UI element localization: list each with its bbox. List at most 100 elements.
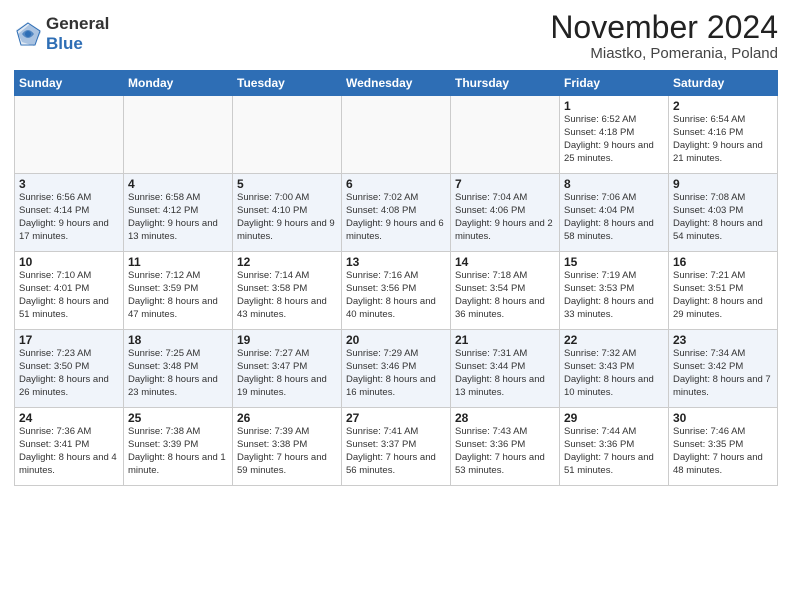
day-number: 16: [673, 255, 773, 269]
day-number: 2: [673, 99, 773, 113]
table-row: 17Sunrise: 7:23 AM Sunset: 3:50 PM Dayli…: [15, 330, 124, 408]
day-number: 5: [237, 177, 337, 191]
day-info: Sunrise: 7:39 AM Sunset: 3:38 PM Dayligh…: [237, 426, 337, 477]
day-number: 27: [346, 411, 446, 425]
day-number: 24: [19, 411, 119, 425]
table-row: 15Sunrise: 7:19 AM Sunset: 3:53 PM Dayli…: [560, 252, 669, 330]
day-info: Sunrise: 7:25 AM Sunset: 3:48 PM Dayligh…: [128, 348, 228, 399]
table-row: 18Sunrise: 7:25 AM Sunset: 3:48 PM Dayli…: [124, 330, 233, 408]
table-row: 13Sunrise: 7:16 AM Sunset: 3:56 PM Dayli…: [342, 252, 451, 330]
day-number: 17: [19, 333, 119, 347]
day-number: 9: [673, 177, 773, 191]
day-number: 13: [346, 255, 446, 269]
table-row: 11Sunrise: 7:12 AM Sunset: 3:59 PM Dayli…: [124, 252, 233, 330]
day-number: 12: [237, 255, 337, 269]
title-block: November 2024 Miastko, Pomerania, Poland: [550, 10, 778, 62]
location-subtitle: Miastko, Pomerania, Poland: [550, 45, 778, 62]
day-info: Sunrise: 7:31 AM Sunset: 3:44 PM Dayligh…: [455, 348, 555, 399]
day-number: 18: [128, 333, 228, 347]
col-wednesday: Wednesday: [342, 71, 451, 96]
day-number: 26: [237, 411, 337, 425]
day-number: 7: [455, 177, 555, 191]
col-thursday: Thursday: [451, 71, 560, 96]
day-info: Sunrise: 7:46 AM Sunset: 3:35 PM Dayligh…: [673, 426, 773, 477]
day-number: 25: [128, 411, 228, 425]
day-info: Sunrise: 7:43 AM Sunset: 3:36 PM Dayligh…: [455, 426, 555, 477]
day-number: 30: [673, 411, 773, 425]
table-row: 19Sunrise: 7:27 AM Sunset: 3:47 PM Dayli…: [233, 330, 342, 408]
table-row: 4Sunrise: 6:58 AM Sunset: 4:12 PM Daylig…: [124, 174, 233, 252]
day-number: 22: [564, 333, 664, 347]
table-row: 21Sunrise: 7:31 AM Sunset: 3:44 PM Dayli…: [451, 330, 560, 408]
calendar-week-row: 24Sunrise: 7:36 AM Sunset: 3:41 PM Dayli…: [15, 408, 778, 486]
logo-icon: [14, 20, 42, 48]
page-container: General Blue November 2024 Miastko, Pome…: [0, 0, 792, 612]
day-info: Sunrise: 7:18 AM Sunset: 3:54 PM Dayligh…: [455, 270, 555, 321]
table-row: 29Sunrise: 7:44 AM Sunset: 3:36 PM Dayli…: [560, 408, 669, 486]
table-row: [233, 96, 342, 174]
table-row: 9Sunrise: 7:08 AM Sunset: 4:03 PM Daylig…: [669, 174, 778, 252]
day-info: Sunrise: 7:16 AM Sunset: 3:56 PM Dayligh…: [346, 270, 446, 321]
day-number: 14: [455, 255, 555, 269]
logo: General Blue: [14, 14, 109, 53]
table-row: 2Sunrise: 6:54 AM Sunset: 4:16 PM Daylig…: [669, 96, 778, 174]
table-row: 10Sunrise: 7:10 AM Sunset: 4:01 PM Dayli…: [15, 252, 124, 330]
day-info: Sunrise: 6:54 AM Sunset: 4:16 PM Dayligh…: [673, 114, 773, 165]
col-saturday: Saturday: [669, 71, 778, 96]
table-row: 12Sunrise: 7:14 AM Sunset: 3:58 PM Dayli…: [233, 252, 342, 330]
calendar-week-row: 17Sunrise: 7:23 AM Sunset: 3:50 PM Dayli…: [15, 330, 778, 408]
table-row: 24Sunrise: 7:36 AM Sunset: 3:41 PM Dayli…: [15, 408, 124, 486]
day-number: 21: [455, 333, 555, 347]
day-info: Sunrise: 7:06 AM Sunset: 4:04 PM Dayligh…: [564, 192, 664, 243]
table-row: 26Sunrise: 7:39 AM Sunset: 3:38 PM Dayli…: [233, 408, 342, 486]
day-info: Sunrise: 6:56 AM Sunset: 4:14 PM Dayligh…: [19, 192, 119, 243]
day-info: Sunrise: 7:02 AM Sunset: 4:08 PM Dayligh…: [346, 192, 446, 243]
table-row: [15, 96, 124, 174]
day-number: 29: [564, 411, 664, 425]
table-row: [124, 96, 233, 174]
day-info: Sunrise: 7:41 AM Sunset: 3:37 PM Dayligh…: [346, 426, 446, 477]
table-row: 30Sunrise: 7:46 AM Sunset: 3:35 PM Dayli…: [669, 408, 778, 486]
day-info: Sunrise: 7:10 AM Sunset: 4:01 PM Dayligh…: [19, 270, 119, 321]
table-row: 22Sunrise: 7:32 AM Sunset: 3:43 PM Dayli…: [560, 330, 669, 408]
day-number: 1: [564, 99, 664, 113]
table-row: 25Sunrise: 7:38 AM Sunset: 3:39 PM Dayli…: [124, 408, 233, 486]
day-info: Sunrise: 7:08 AM Sunset: 4:03 PM Dayligh…: [673, 192, 773, 243]
table-row: [451, 96, 560, 174]
day-number: 11: [128, 255, 228, 269]
table-row: 3Sunrise: 6:56 AM Sunset: 4:14 PM Daylig…: [15, 174, 124, 252]
day-number: 19: [237, 333, 337, 347]
day-info: Sunrise: 7:23 AM Sunset: 3:50 PM Dayligh…: [19, 348, 119, 399]
day-info: Sunrise: 7:14 AM Sunset: 3:58 PM Dayligh…: [237, 270, 337, 321]
col-sunday: Sunday: [15, 71, 124, 96]
day-info: Sunrise: 7:21 AM Sunset: 3:51 PM Dayligh…: [673, 270, 773, 321]
day-info: Sunrise: 7:32 AM Sunset: 3:43 PM Dayligh…: [564, 348, 664, 399]
table-row: 6Sunrise: 7:02 AM Sunset: 4:08 PM Daylig…: [342, 174, 451, 252]
day-info: Sunrise: 7:34 AM Sunset: 3:42 PM Dayligh…: [673, 348, 773, 399]
calendar-header-row: Sunday Monday Tuesday Wednesday Thursday…: [15, 71, 778, 96]
day-number: 10: [19, 255, 119, 269]
day-info: Sunrise: 7:29 AM Sunset: 3:46 PM Dayligh…: [346, 348, 446, 399]
logo-general: General: [46, 14, 109, 33]
table-row: [342, 96, 451, 174]
logo-blue: Blue: [46, 34, 83, 53]
table-row: 5Sunrise: 7:00 AM Sunset: 4:10 PM Daylig…: [233, 174, 342, 252]
day-info: Sunrise: 7:00 AM Sunset: 4:10 PM Dayligh…: [237, 192, 337, 243]
table-row: 23Sunrise: 7:34 AM Sunset: 3:42 PM Dayli…: [669, 330, 778, 408]
day-info: Sunrise: 7:19 AM Sunset: 3:53 PM Dayligh…: [564, 270, 664, 321]
table-row: 7Sunrise: 7:04 AM Sunset: 4:06 PM Daylig…: [451, 174, 560, 252]
table-row: 14Sunrise: 7:18 AM Sunset: 3:54 PM Dayli…: [451, 252, 560, 330]
table-row: 8Sunrise: 7:06 AM Sunset: 4:04 PM Daylig…: [560, 174, 669, 252]
day-number: 28: [455, 411, 555, 425]
day-info: Sunrise: 7:38 AM Sunset: 3:39 PM Dayligh…: [128, 426, 228, 477]
table-row: 28Sunrise: 7:43 AM Sunset: 3:36 PM Dayli…: [451, 408, 560, 486]
day-number: 15: [564, 255, 664, 269]
day-info: Sunrise: 7:36 AM Sunset: 3:41 PM Dayligh…: [19, 426, 119, 477]
day-info: Sunrise: 7:04 AM Sunset: 4:06 PM Dayligh…: [455, 192, 555, 243]
col-friday: Friday: [560, 71, 669, 96]
col-tuesday: Tuesday: [233, 71, 342, 96]
day-number: 8: [564, 177, 664, 191]
table-row: 20Sunrise: 7:29 AM Sunset: 3:46 PM Dayli…: [342, 330, 451, 408]
day-info: Sunrise: 6:58 AM Sunset: 4:12 PM Dayligh…: [128, 192, 228, 243]
day-number: 4: [128, 177, 228, 191]
